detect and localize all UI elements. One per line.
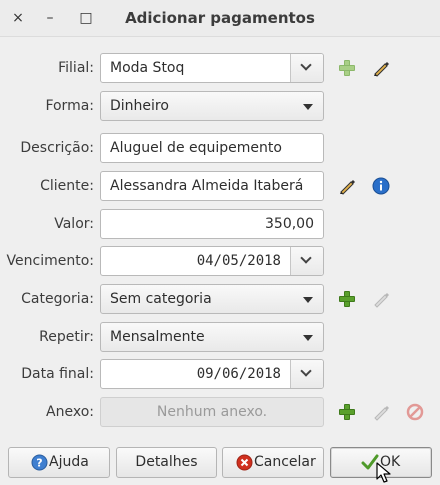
info-icon[interactable] — [371, 176, 391, 196]
filial-entry[interactable]: Moda Stoq — [100, 53, 324, 83]
dropdown-arrow-icon — [303, 104, 313, 110]
cancel-label: Cancelar — [254, 454, 316, 470]
filial-dropdown-button[interactable] — [290, 54, 323, 82]
help-label: Ajuda — [49, 454, 89, 470]
filial-label: Filial: — [58, 60, 94, 76]
add-filial-icon[interactable] — [339, 60, 355, 76]
forma-value: Dinheiro — [110, 98, 169, 114]
help-button[interactable]: ? Ajuda — [8, 447, 110, 478]
categoria-label: Categoria: — [21, 291, 94, 307]
repetir-value: Mensalmente — [110, 329, 205, 345]
cancel-button[interactable]: Cancelar — [222, 447, 324, 478]
valor-field[interactable]: 350,00 — [100, 209, 324, 239]
add-categoria-icon[interactable] — [339, 291, 355, 307]
chevron-down-icon — [300, 365, 312, 377]
edit-anexo-icon — [374, 406, 389, 421]
forma-label: Forma: — [45, 98, 94, 114]
anexo-label: Anexo: — [46, 404, 94, 420]
remove-anexo-icon — [406, 403, 424, 421]
svg-text:?: ? — [36, 457, 42, 470]
valor-label: Valor: — [54, 216, 94, 232]
vencimento-value: 04/05/2018 — [196, 253, 281, 269]
dropdown-arrow-icon — [303, 297, 313, 303]
dropdown-arrow-icon — [303, 335, 313, 341]
cliente-label: Cliente: — [40, 178, 94, 194]
window-title: Adicionar pagamentos — [125, 9, 315, 27]
chevron-down-icon — [300, 59, 312, 71]
data-final-value: 09/06/2018 — [196, 366, 281, 382]
cliente-field[interactable]: Alessandra Almeida Itaberá — [100, 171, 324, 201]
vencimento-label: Vencimento: — [6, 253, 94, 269]
anexo-file-button[interactable]: Nenhum anexo. — [100, 397, 324, 427]
data-final-label: Data final: — [21, 366, 94, 382]
vencimento-calendar-button[interactable] — [290, 247, 323, 275]
cancel-icon — [236, 454, 253, 471]
mouse-cursor-icon — [376, 462, 391, 483]
categoria-value: Sem categoria — [110, 291, 212, 307]
filial-value: Moda Stoq — [110, 60, 185, 76]
help-icon: ? — [31, 454, 48, 471]
edit-categoria-icon — [374, 293, 389, 308]
details-label: Detalhes — [135, 454, 198, 470]
title-bar: × – □ Adicionar pagamentos — [0, 0, 440, 37]
add-anexo-icon[interactable] — [339, 404, 355, 420]
repetir-combo[interactable]: Mensalmente — [100, 322, 324, 352]
edit-cliente-icon[interactable] — [337, 176, 357, 196]
data-final-date-entry[interactable]: 09/06/2018 — [100, 359, 324, 389]
categoria-combo[interactable]: Sem categoria — [100, 284, 324, 314]
descricao-field[interactable]: Aluguel de equipemento — [100, 133, 324, 163]
repetir-label: Repetir: — [39, 329, 94, 345]
details-button[interactable]: Detalhes — [116, 447, 217, 478]
descricao-label: Descrição: — [20, 140, 94, 156]
edit-filial-icon[interactable] — [371, 58, 391, 78]
chevron-down-icon — [300, 252, 312, 264]
forma-combo[interactable]: Dinheiro — [100, 91, 324, 121]
data-final-calendar-button[interactable] — [290, 360, 323, 388]
vencimento-date-entry[interactable]: 04/05/2018 — [100, 246, 324, 276]
